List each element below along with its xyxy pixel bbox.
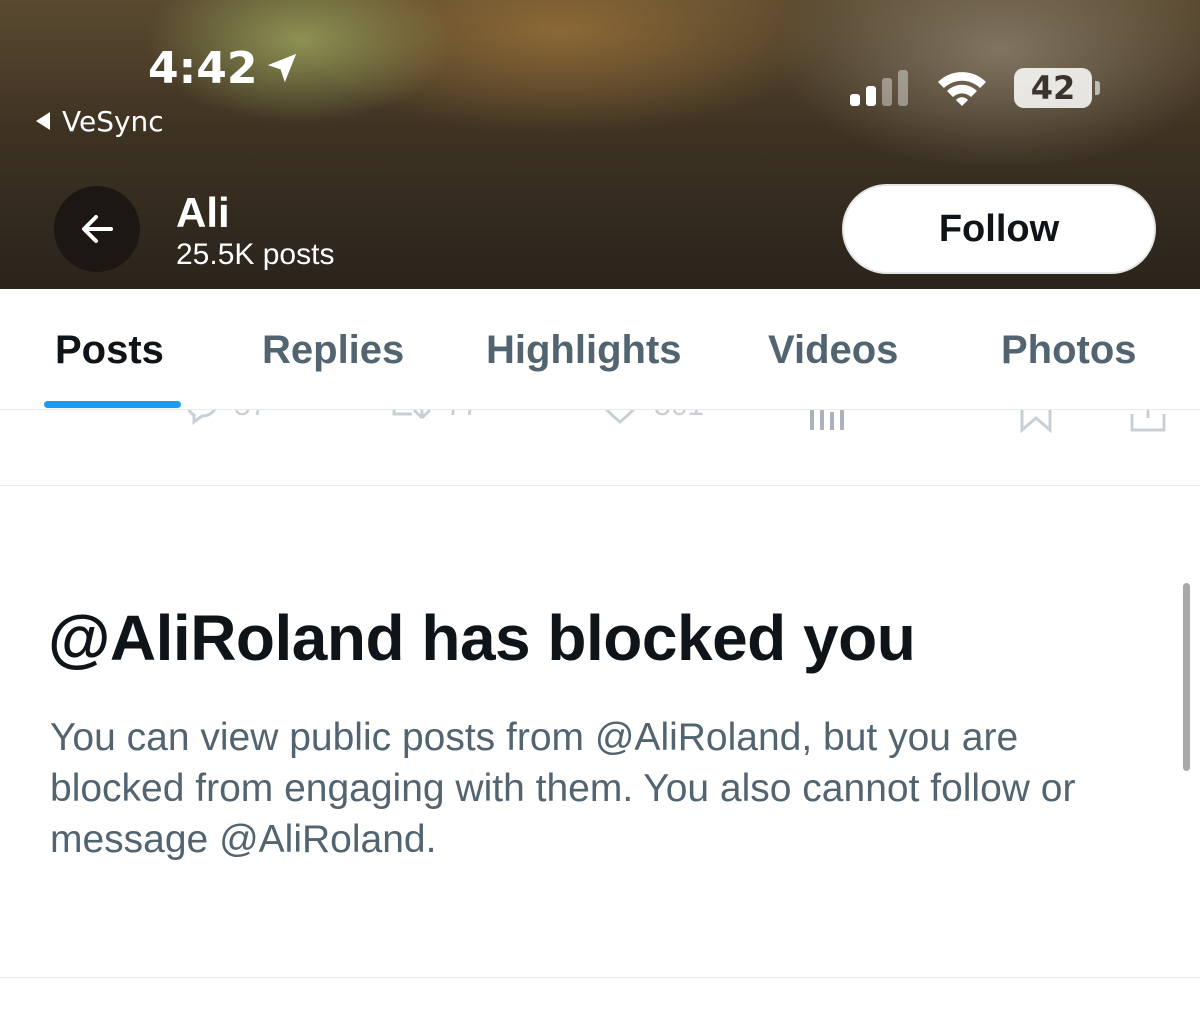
views-action[interactable] [808,410,848,430]
bookmark-action[interactable] [1018,410,1054,434]
back-button[interactable] [54,186,140,272]
cellular-signal-icon [850,70,908,106]
status-indicators: 42 [848,66,1100,110]
status-time-text: 4:42 [148,42,258,94]
status-clock: 4:42 [148,42,299,94]
bookmark-icon [1020,410,1052,434]
repost-count: 77 [446,410,479,423]
active-tab-indicator [44,401,181,408]
tab-photos[interactable]: Photos [1001,325,1137,375]
profile-name: Ali [176,189,230,236]
battery-icon: 42 [1014,68,1100,108]
tab-replies[interactable]: Replies [262,325,404,375]
share-icon [1130,410,1166,432]
blocked-title: @AliRoland has blocked you [48,602,916,674]
back-to-app[interactable]: VeSync [34,104,164,138]
location-arrow-icon [268,53,297,83]
repost-action[interactable]: 77 [390,410,479,426]
back-triangle-icon [36,112,50,130]
follow-button[interactable]: Follow [842,184,1156,274]
tab-highlights[interactable]: Highlights [486,325,682,375]
reply-action[interactable]: 57 [182,410,267,426]
post-count: 25.5K posts [176,238,335,271]
heart-icon [605,410,635,424]
tab-posts[interactable]: Posts [55,325,164,375]
divider [0,977,1200,978]
wifi-icon [938,72,986,106]
arrow-left-icon [82,215,113,243]
post-action-bar: 57 77 361 [0,410,1200,486]
like-action[interactable]: 361 [598,410,704,426]
scrollbar[interactable] [1183,583,1190,771]
views-icon [810,410,844,430]
reply-count: 57 [234,410,267,423]
profile-banner: 4:42 VeSync 42 Ali 25.5K posts Follow [0,0,1200,289]
tab-videos[interactable]: Videos [768,325,898,375]
like-count: 361 [654,410,704,423]
back-app-label: VeSync [62,104,164,138]
repost-icon [392,410,432,420]
profile-tabs: Posts Replies Highlights Videos Photos [0,289,1200,410]
reply-icon [187,410,216,425]
blocked-description: You can view public posts from @AliRolan… [50,716,1076,861]
battery-level: 42 [1030,69,1076,107]
share-action[interactable] [1128,410,1168,434]
